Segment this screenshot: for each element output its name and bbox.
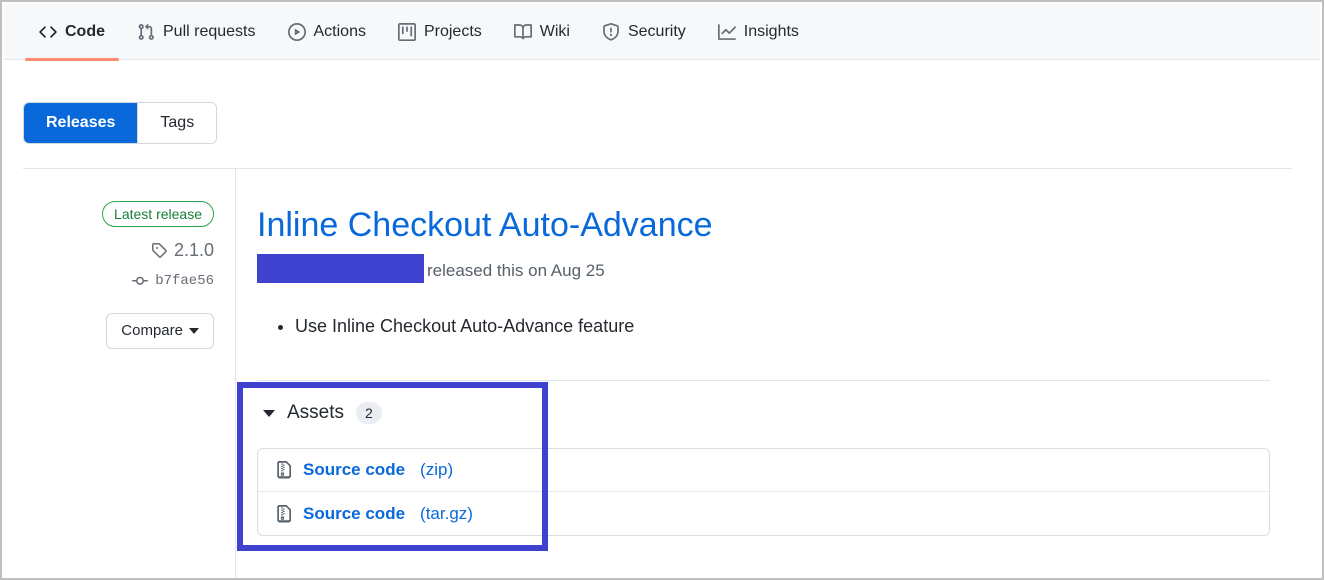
- compare-button[interactable]: Compare: [106, 313, 214, 349]
- asset-name: Source code: [303, 460, 406, 479]
- assets-header-label: Assets: [287, 402, 345, 423]
- github-release-page: Code Pull requests Actions Projects Wiki…: [0, 0, 1324, 580]
- tab-tags[interactable]: Tags: [138, 103, 217, 143]
- asset-name: Source code: [303, 503, 406, 523]
- release-main-column: Inline Checkout Auto-Advance released th…: [257, 169, 1292, 340]
- file-zip-icon: [275, 461, 293, 479]
- nav-item-wiki[interactable]: Wiki: [498, 4, 586, 60]
- nav-item-code[interactable]: Code: [23, 4, 121, 61]
- assets-header[interactable]: Assets 2: [263, 402, 382, 424]
- release-note-item: Use Inline Checkout Auto-Advance feature: [295, 313, 1292, 340]
- play-circle-icon: [287, 23, 306, 41]
- assets-list: Source code (zip) Source code (tar.gz): [257, 448, 1270, 536]
- list-item[interactable]: Source code (tar.gz): [258, 492, 1269, 535]
- caret-down-icon: [189, 328, 199, 334]
- list-item[interactable]: Source code (zip): [258, 449, 1269, 492]
- assets-top-divider: [257, 380, 1270, 381]
- asset-extension: (zip): [420, 460, 454, 479]
- nav-item-pull-requests[interactable]: Pull requests: [121, 4, 272, 60]
- nav-item-projects-label: Projects: [423, 23, 482, 40]
- nav-item-code-label: Code: [65, 23, 105, 40]
- code-icon: [39, 23, 57, 41]
- active-tab-underline: [25, 58, 119, 61]
- triangle-down-icon: [263, 409, 275, 417]
- nav-item-projects[interactable]: Projects: [382, 4, 498, 60]
- release-tag-name: 2.1.0: [173, 240, 214, 260]
- compare-button-label: Compare: [121, 322, 183, 339]
- releases-tags-segmented-control: Releases Tags: [23, 102, 218, 144]
- nav-item-actions-label: Actions: [313, 23, 366, 40]
- nav-item-insights[interactable]: Insights: [702, 4, 815, 60]
- release-title[interactable]: Inline Checkout Auto-Advance: [257, 169, 713, 246]
- nav-item-security-label: Security: [627, 23, 686, 40]
- nav-item-security[interactable]: Security: [586, 4, 702, 60]
- nav-item-pull-requests-label: Pull requests: [163, 23, 256, 40]
- author-redaction-box: [257, 253, 424, 283]
- git-pull-request-icon: [137, 23, 155, 41]
- release-commit-sha: b7fae56: [155, 273, 214, 289]
- tab-releases[interactable]: Releases: [24, 103, 138, 143]
- project-board-icon: [397, 23, 416, 41]
- book-icon: [513, 23, 532, 41]
- release-byline: released this on Aug 25: [257, 253, 1292, 285]
- sidebar-vertical-divider: [235, 169, 236, 578]
- file-zip-icon: [275, 504, 293, 523]
- release-sidebar: Latest release 2.1.0 b7fae56 Compare: [23, 169, 214, 349]
- release-tag-row[interactable]: 2.1.0: [23, 241, 214, 259]
- repository-nav: Code Pull requests Actions Projects Wiki…: [4, 4, 1320, 61]
- nav-item-wiki-label: Wiki: [539, 23, 570, 40]
- nav-item-actions[interactable]: Actions: [272, 4, 382, 60]
- graph-line-icon: [717, 23, 736, 41]
- asset-extension: (tar.gz): [420, 503, 473, 523]
- nav-item-insights-label: Insights: [743, 23, 799, 40]
- compare-button-wrapper: Compare: [23, 313, 214, 349]
- shield-icon: [602, 23, 620, 41]
- latest-release-badge: Latest release: [102, 201, 214, 227]
- assets-count-badge: 2: [356, 402, 382, 424]
- git-commit-icon: [132, 273, 149, 289]
- release-notes-list: Use Inline Checkout Auto-Advance feature: [257, 313, 1292, 340]
- release-published-text: released this on Aug 25: [427, 260, 605, 280]
- release-commit-row[interactable]: b7fae56: [23, 273, 214, 289]
- tag-icon: [151, 242, 167, 258]
- repository-nav-list: Code Pull requests Actions Projects Wiki…: [23, 4, 815, 61]
